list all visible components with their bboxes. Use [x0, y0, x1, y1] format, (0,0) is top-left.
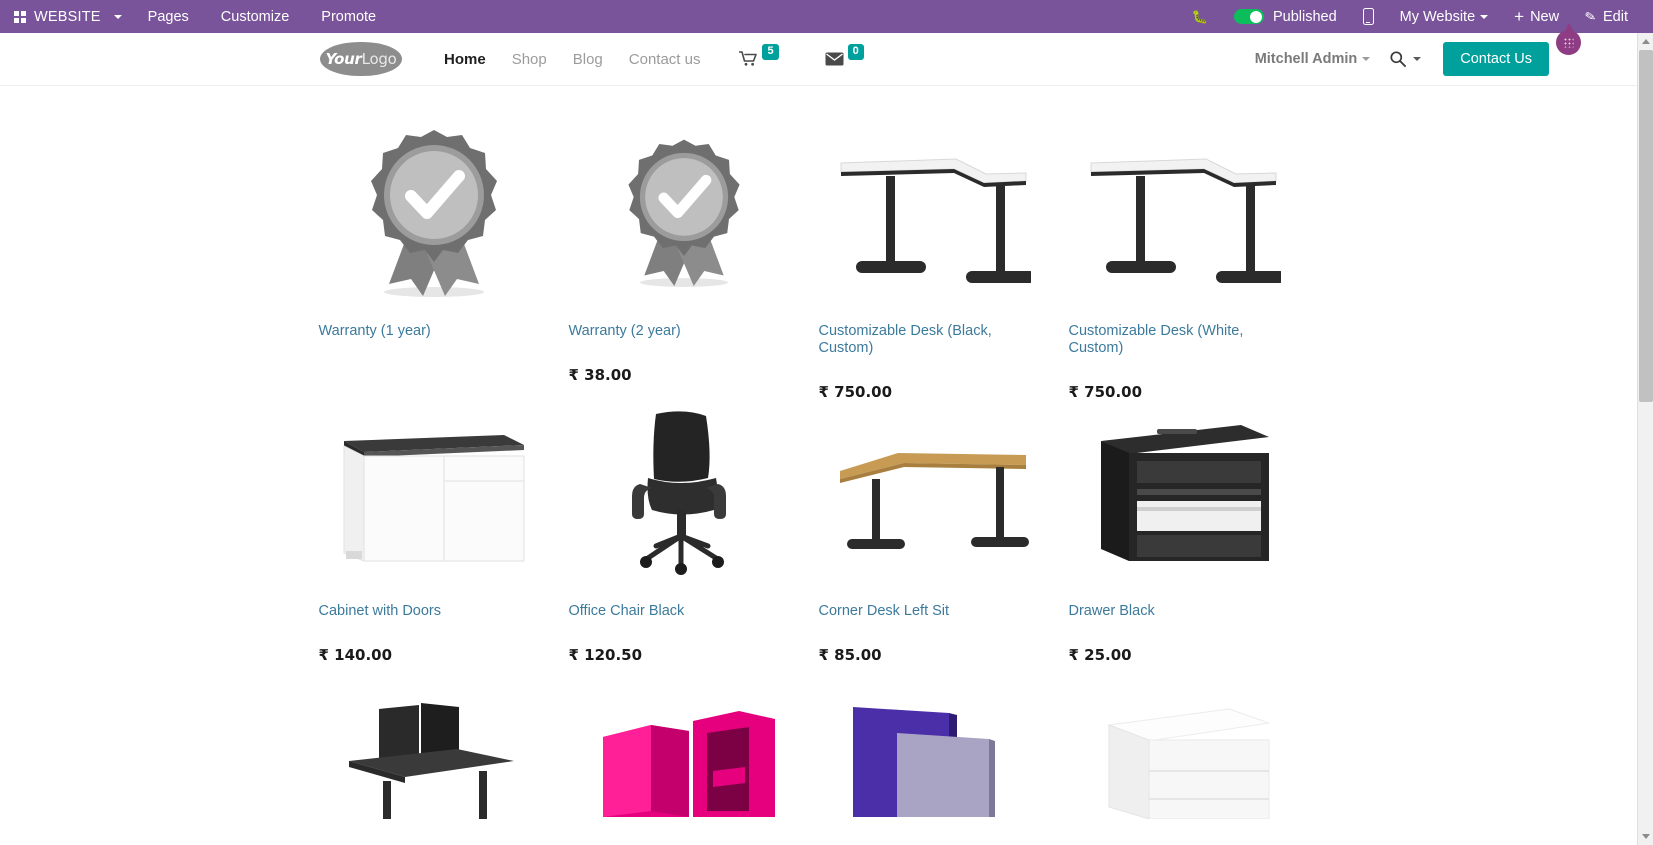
scrollbar-thumb[interactable]	[1639, 50, 1653, 402]
drop-pin-icon	[1556, 30, 1581, 55]
messages-count-badge: 0	[847, 44, 864, 60]
product-card[interactable]: Customizable Desk (White, Custom) ₹ 750.…	[1069, 116, 1319, 401]
chevron-down-icon	[1362, 57, 1371, 62]
product-price: ₹ 38.00	[568, 366, 632, 385]
product-image-white-desk-black-legs[interactable]	[819, 116, 1049, 306]
product-price: ₹ 750.00	[818, 383, 893, 402]
product-card[interactable]	[819, 664, 1069, 845]
shopping-cart-icon	[739, 51, 758, 67]
chevron-down-icon	[113, 14, 122, 19]
edit-button[interactable]: ✎ Edit	[1572, 0, 1641, 33]
envelope-icon	[825, 52, 844, 66]
product-image-black-desk-divider[interactable]	[319, 664, 549, 845]
menu-promote[interactable]: Promote	[305, 0, 392, 33]
product-card[interactable]	[569, 664, 819, 845]
product-price: ₹ 25.00	[1068, 646, 1132, 665]
publish-toggle[interactable]: Published	[1221, 0, 1350, 33]
new-button[interactable]: + New	[1501, 0, 1572, 33]
logo-text-bold: Your	[325, 50, 362, 68]
product-name-link[interactable]: Warranty (1 year)	[319, 323, 519, 340]
publish-label: Published	[1272, 8, 1337, 25]
site-selector-label: My Website	[1399, 8, 1476, 25]
new-label: New	[1530, 8, 1560, 25]
product-image-white-cabinet-dark-top[interactable]	[319, 401, 549, 586]
menu-pages-label: Pages	[147, 8, 189, 25]
product-name-link[interactable]: Drawer Black	[1069, 603, 1269, 620]
debug-button[interactable]: 🐛	[1179, 0, 1221, 33]
apps-grid-icon	[14, 10, 26, 23]
chevron-down-icon	[1413, 57, 1422, 61]
messages-button[interactable]: 0	[825, 44, 864, 67]
logo-blob-icon: Your Logo	[320, 42, 402, 76]
product-name-link[interactable]: Warranty (2 year)	[569, 323, 769, 340]
product-card[interactable]: Office Chair Black ₹ 120.50	[569, 401, 819, 664]
contact-us-button[interactable]: Contact Us	[1443, 42, 1549, 76]
product-card[interactable]: Cabinet with Doors ₹ 140.00	[319, 401, 569, 664]
chevron-down-icon	[1480, 14, 1489, 19]
website-header: Your Logo Home Shop Blog Contact us 5 0 M…	[0, 33, 1637, 86]
topbar-app-name: WEBSITE	[34, 8, 101, 25]
product-image-black-office-chair[interactable]	[569, 401, 799, 586]
product-image-purple-panel-boards[interactable]	[819, 664, 1049, 845]
bug-icon: 🐛	[1191, 9, 1208, 24]
mobile-phone-icon	[1362, 8, 1374, 25]
product-price: ₹ 750.00	[1068, 383, 1143, 402]
page-content-scroll-area: Warranty (1 year) Warranty (2 year) ₹ 38…	[0, 86, 1637, 845]
product-card[interactable]: Warranty (2 year) ₹ 38.00	[569, 116, 819, 401]
scroll-down-arrow[interactable]	[1638, 828, 1653, 845]
menu-pages[interactable]: Pages	[132, 0, 205, 33]
product-price: ₹ 140.00	[318, 646, 393, 665]
odoo-editor-topbar: WEBSITE Pages Customize Promote 🐛 Publis…	[0, 0, 1653, 33]
edit-label: Edit	[1603, 8, 1628, 25]
menu-customize[interactable]: Customize	[205, 0, 306, 33]
topbar-left-group: WEBSITE Pages Customize Promote	[0, 0, 392, 33]
product-name-link[interactable]: Corner Desk Left Sit	[819, 603, 1019, 620]
product-card[interactable]: Customizable Desk (Black, Custom) ₹ 750.…	[819, 116, 1069, 401]
product-card[interactable]: Corner Desk Left Sit ₹ 85.00	[819, 401, 1069, 664]
product-card[interactable]: Warranty (1 year)	[319, 116, 569, 401]
site-selector[interactable]: My Website	[1387, 0, 1501, 33]
product-grid: Warranty (1 year) Warranty (2 year) ₹ 38…	[319, 86, 1319, 845]
primary-nav: Home Shop Blog Contact us	[431, 33, 713, 86]
product-card[interactable]	[1069, 664, 1319, 845]
page-scrollbar[interactable]	[1637, 33, 1653, 845]
search-icon	[1390, 51, 1407, 67]
product-name-link[interactable]: Cabinet with Doors	[319, 603, 519, 620]
nav-item-home[interactable]: Home	[431, 33, 499, 86]
product-image-wood-corner-desk[interactable]	[819, 401, 1049, 586]
menu-customize-label: Customize	[220, 8, 290, 25]
apps-menu-button[interactable]: WEBSITE	[0, 0, 132, 33]
user-menu[interactable]: Mitchell Admin	[1255, 51, 1371, 67]
product-price: ₹ 85.00	[818, 646, 882, 665]
publish-switch-icon	[1233, 9, 1264, 24]
plus-icon: +	[1514, 7, 1525, 26]
product-image-award-badge-check[interactable]	[569, 116, 799, 306]
nav-item-contact-us[interactable]: Contact us	[616, 33, 714, 86]
cart-button[interactable]: 5	[739, 44, 779, 67]
site-logo[interactable]: Your Logo	[320, 42, 402, 76]
nav-item-blog[interactable]: Blog	[560, 33, 616, 86]
user-menu-label: Mitchell Admin	[1254, 51, 1358, 67]
scroll-up-arrow[interactable]	[1638, 33, 1653, 50]
search-button[interactable]	[1390, 51, 1422, 67]
product-name-link[interactable]: Customizable Desk (White, Custom)	[1069, 323, 1269, 357]
nav-item-shop[interactable]: Shop	[499, 33, 560, 86]
product-price: ₹ 120.50	[568, 646, 643, 665]
product-image-white-desk-black-legs[interactable]	[1069, 116, 1299, 306]
menu-promote-label: Promote	[321, 8, 377, 25]
product-image-award-badge-check[interactable]	[319, 116, 549, 306]
product-image-black-drawer-unit[interactable]	[1069, 401, 1299, 586]
cart-count-badge: 5	[762, 44, 779, 60]
header-icon-group: 5 0	[739, 44, 864, 67]
topbar-right-group: 🐛 Published My Website + New ✎ Edit	[1179, 0, 1653, 33]
product-card[interactable]: Drawer Black ₹ 25.00	[1069, 401, 1319, 664]
pencil-icon: ✎	[1583, 7, 1598, 25]
logo-text-light: Logo	[361, 50, 397, 68]
product-image-magenta-storage-box[interactable]	[569, 664, 799, 845]
product-name-link[interactable]: Office Chair Black	[569, 603, 769, 620]
product-image-white-drawer-unit[interactable]	[1069, 664, 1299, 845]
mobile-preview-button[interactable]	[1350, 0, 1387, 33]
product-name-link[interactable]: Customizable Desk (Black, Custom)	[819, 323, 1019, 357]
product-card[interactable]	[319, 664, 569, 845]
